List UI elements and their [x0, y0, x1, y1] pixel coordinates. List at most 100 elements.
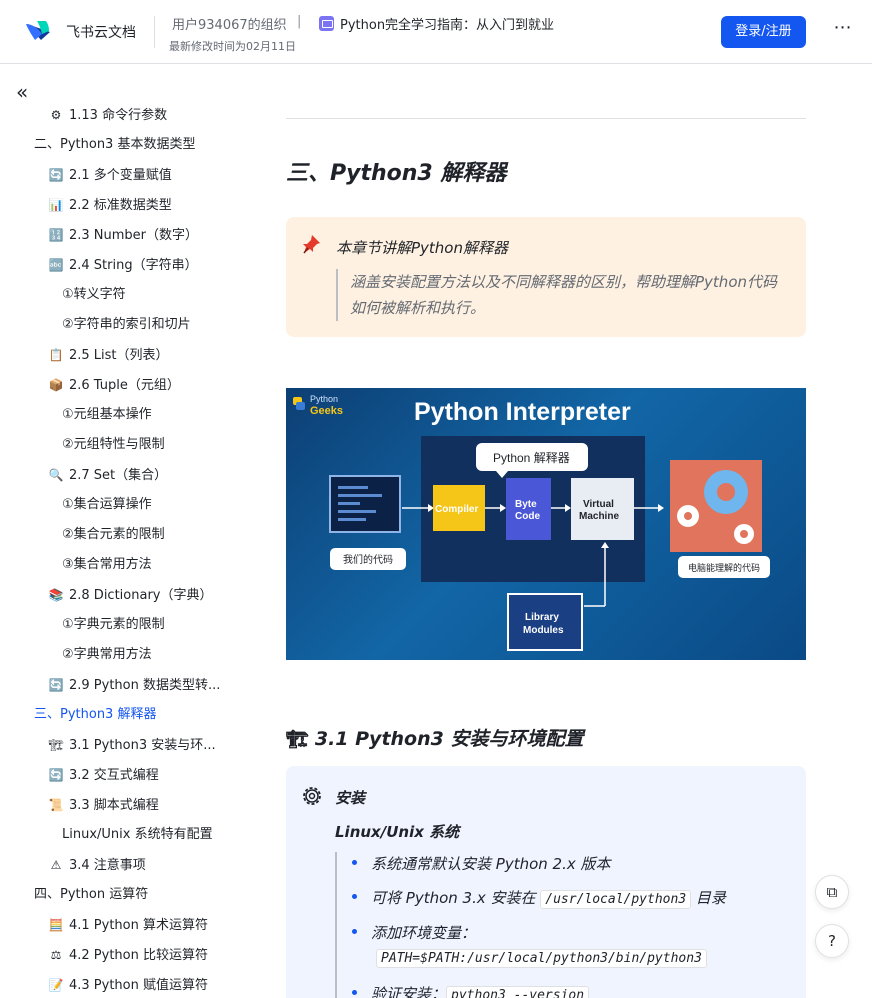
- toc-item[interactable]: 🧮 4.1 Python 算术运算符: [48, 910, 250, 940]
- bullet-continuation: PATH=$PATH:/usr/local/python3/bin/python…: [376, 948, 707, 968]
- toc-item[interactable]: ①元组基本操作: [62, 400, 250, 430]
- doc-outline-button[interactable]: ⧉: [815, 875, 849, 909]
- toc-item-icon: ⚙: [50, 108, 62, 122]
- toc-item[interactable]: 📦 2.6 Tuple（元组）: [48, 370, 250, 400]
- toc-item-icon: 📊: [48, 198, 64, 212]
- diagram-brand-line2: Geeks: [310, 405, 343, 417]
- section-divider: [286, 118, 806, 119]
- quote-bar: [336, 269, 338, 321]
- toc-item-icon: 🔢: [48, 228, 64, 242]
- help-button[interactable]: ?: [815, 924, 849, 958]
- toc-item-label: 4.1 Python 算术运算符: [69, 918, 209, 933]
- toc-item-label: 2.8 Dictionary（字典）: [69, 588, 213, 603]
- bullet-item: 添加环境变量：: [352, 922, 476, 943]
- toc-item[interactable]: 三、Python3 解释器: [34, 700, 250, 730]
- toc-item[interactable]: ②元组特性与限制: [62, 430, 250, 460]
- toc-item[interactable]: 📋 2.5 List（列表）: [48, 340, 250, 370]
- login-register-button[interactable]: 登录/注册: [721, 16, 806, 48]
- toc-item[interactable]: Linux/Unix 系统特有配置: [62, 820, 250, 850]
- toc-item-label: ①字典元素的限制: [62, 617, 165, 632]
- inline-code: PATH=$PATH:/usr/local/python3/bin/python…: [376, 949, 707, 968]
- toc-item[interactable]: ②集合元素的限制: [62, 520, 250, 550]
- toc-item[interactable]: 🔄 3.2 交互式编程: [48, 760, 250, 790]
- bullet-dot: [352, 860, 357, 865]
- toc-item[interactable]: ⚙ 1.13 命令行参数: [48, 100, 250, 130]
- diagram-code-label: 我们的代码: [343, 553, 393, 566]
- subsection-heading-text: 3.1 Python3 安装与环境配置: [314, 728, 584, 750]
- toc-item[interactable]: ③集合常用方法: [62, 550, 250, 580]
- toc-item[interactable]: ①字典元素的限制: [62, 610, 250, 640]
- diagram-library-2: Modules: [523, 625, 564, 636]
- section-heading: 三、Python3 解释器: [286, 161, 507, 186]
- toc-item[interactable]: ①集合运算操作: [62, 490, 250, 520]
- bullet-item: 验证安装： python3 --version: [352, 983, 590, 998]
- doc-type-icon: [319, 16, 334, 31]
- callout-block: 本章节讲解Python解释器 涵盖安装配置方法以及不同解释器的区别，帮助理解Py…: [286, 217, 806, 337]
- toc-item-label: Linux/Unix 系统特有配置: [62, 827, 213, 842]
- toc-item[interactable]: ①转义字符: [62, 280, 250, 310]
- toc-item-label: ②字典常用方法: [62, 647, 152, 662]
- toc-item[interactable]: 🔍 2.7 Set（集合）: [48, 460, 250, 490]
- toc-item-icon: 🏗: [48, 738, 64, 752]
- diagram-vm-1: Virtual: [583, 499, 614, 510]
- info-subtitle: Linux/Unix 系统: [335, 823, 460, 841]
- toc-item[interactable]: 🔢 2.3 Number（数字）: [48, 220, 250, 250]
- toc-item[interactable]: 📊 2.2 标准数据类型: [48, 190, 250, 220]
- toc-item-label: 二、Python3 基本数据类型: [34, 137, 196, 152]
- gear-icon: [303, 787, 321, 805]
- toc-item-icon: 📝: [48, 978, 64, 992]
- feishu-logo-icon[interactable]: [24, 18, 54, 46]
- toc-item[interactable]: 📜 3.3 脚本式编程: [48, 790, 250, 820]
- toc-item[interactable]: ⚠ 3.4 注意事项: [48, 850, 250, 880]
- toc-item-label: 4.2 Python 比较运算符: [69, 948, 209, 963]
- toc-item-label: 2.2 标准数据类型: [69, 198, 172, 213]
- bullet-dot: [352, 929, 357, 934]
- bullet-text: 验证安装：: [371, 985, 447, 998]
- toc-item-label: 3.2 交互式编程: [69, 768, 159, 783]
- more-options-icon[interactable]: ⋯: [830, 18, 856, 44]
- bullet-text: 添加环境变量：: [371, 924, 477, 942]
- diagram-title: Python Interpreter: [414, 398, 631, 426]
- toc-item-icon: 🧮: [48, 918, 64, 932]
- toc-item[interactable]: 四、Python 运算符: [34, 880, 250, 910]
- construction-icon: 🏗: [286, 729, 309, 750]
- breadcrumb-separator: |: [297, 14, 302, 29]
- toc-item-label: ②字符串的索引和切片: [62, 317, 191, 332]
- inline-code: /usr/local/python3: [540, 890, 692, 909]
- toc-item[interactable]: 🔄 2.9 Python 数据类型转...: [48, 670, 250, 700]
- toc-item-icon: ⚖: [50, 948, 62, 962]
- toc-item-icon: 📋: [48, 348, 64, 362]
- bullet-dot: [352, 894, 357, 899]
- python-interpreter-diagram[interactable]: Python Geeks Python Interpreter Python 解…: [286, 388, 806, 660]
- toc-item-icon: 🔄: [48, 168, 64, 182]
- quote-bar: [335, 852, 337, 998]
- toc-item[interactable]: 二、Python3 基本数据类型: [34, 130, 250, 160]
- toc-item-label: 4.3 Python 赋值运算符: [69, 978, 209, 993]
- collapse-sidebar-icon[interactable]: «: [16, 82, 36, 103]
- toc-item-label: ②集合元素的限制: [62, 527, 165, 542]
- toc-item[interactable]: ②字符串的索引和切片: [62, 310, 250, 340]
- toc-item[interactable]: ②字典常用方法: [62, 640, 250, 670]
- brand-name[interactable]: 飞书云文档: [66, 22, 136, 42]
- diagram-brand-line1: Python: [310, 394, 338, 404]
- toc-item[interactable]: 🔤 2.4 String（字符串）: [48, 250, 250, 280]
- toc-item-icon: 🔄: [48, 678, 64, 692]
- diagram-bytecode-1: Byte: [515, 499, 537, 510]
- document-body: 三、Python3 解释器 本章节讲解Python解释器 涵盖安装配置方法以及不…: [258, 65, 872, 998]
- diagram-svg: Python Geeks Python Interpreter Python 解…: [293, 394, 770, 651]
- subsection-heading: 🏗 3.1 Python3 安装与环境配置: [286, 724, 583, 751]
- toc-item[interactable]: 🏗 3.1 Python3 安装与环...: [48, 730, 250, 760]
- toc-item[interactable]: 🔄 2.1 多个变量赋值: [48, 160, 250, 190]
- toc-item[interactable]: 📝 4.3 Python 赋值运算符: [48, 970, 250, 998]
- breadcrumb-doc-title[interactable]: Python完全学习指南：从入门到就业: [340, 14, 554, 33]
- diagram-compiler: Compiler: [435, 504, 478, 515]
- bullet-text: 可将 Python 3.x 安装在: [371, 889, 541, 907]
- toc-item-label: 2.9 Python 数据类型转...: [69, 678, 221, 693]
- toc-item-icon: 📦: [48, 378, 64, 392]
- toc-item[interactable]: 📚 2.8 Dictionary（字典）: [48, 580, 250, 610]
- breadcrumb-org[interactable]: 用户934067的组织: [172, 14, 287, 33]
- toc-item[interactable]: ⚖ 4.2 Python 比较运算符: [48, 940, 250, 970]
- bullet-item: 可将 Python 3.x 安装在 /usr/local/python3 目录: [352, 887, 726, 909]
- diagram-bubble-text: Python 解释器: [493, 451, 570, 465]
- toc-item-label: 四、Python 运算符: [34, 887, 149, 902]
